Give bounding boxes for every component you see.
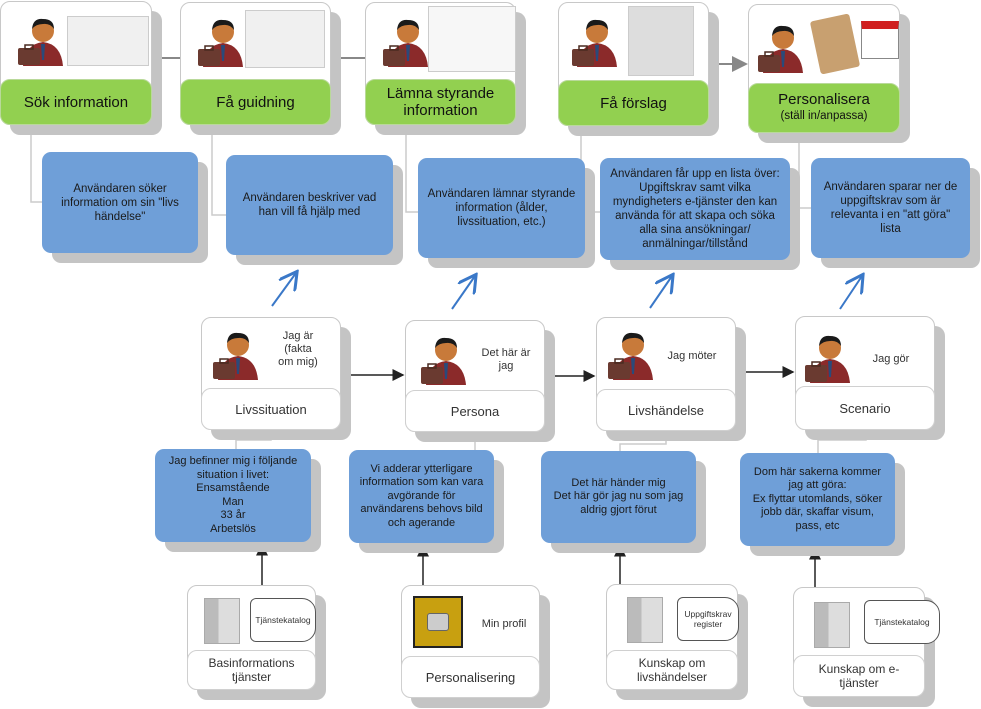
- step-card-sok-information: Sök information: [0, 1, 152, 125]
- card-label: Livssituation: [201, 388, 341, 430]
- up-arrow: [649, 276, 672, 309]
- building-icon: [814, 602, 850, 648]
- source-card-personalisering: Min profil Personalisering: [401, 585, 540, 698]
- person-icon: [197, 15, 245, 67]
- card-label: Personalisering: [401, 656, 540, 698]
- step-title: Sök information: [23, 93, 129, 111]
- card-title: Kunskap om e- tjänster: [818, 662, 900, 690]
- website-screenshot: [67, 16, 149, 66]
- card-label: Persona: [405, 390, 545, 432]
- card-caption: Det här är jag: [481, 347, 531, 372]
- description-box: Det här händer mig Det här gör jag nu so…: [541, 451, 696, 543]
- step-card-fa-guidning: Få guidning: [180, 2, 331, 125]
- card-title: Livssituation: [235, 401, 307, 417]
- step-label: Få förslag: [558, 80, 709, 126]
- persona-card-scenario: Jag gör Scenario: [795, 316, 935, 430]
- card-label: Livshändelse: [596, 389, 736, 431]
- step-subtitle: (ställ in/anpassa): [780, 110, 868, 122]
- calendar-icon: [861, 21, 899, 59]
- card-caption: Min profil: [481, 618, 527, 630]
- description-box: Dom här sakerna kommer jag att göra: Ex …: [740, 453, 895, 546]
- card-title: Personalisering: [425, 669, 516, 685]
- person-icon: [804, 331, 852, 383]
- step-label: Få guidning: [180, 79, 331, 125]
- step-card-personalisera: Personalisera (ställ in/anpassa): [748, 4, 900, 133]
- description-box: Användaren beskriver vad han vill få hjä…: [226, 155, 393, 255]
- step-label: Sök information: [0, 79, 152, 125]
- website-screenshot: [245, 10, 325, 68]
- card-title: Scenario: [839, 400, 891, 416]
- card-caption: Jag gör: [872, 353, 910, 365]
- person-icon: [17, 14, 65, 66]
- card-caption: Jag möter: [667, 350, 717, 362]
- clipboard-icon: [809, 13, 861, 75]
- card-title: Kunskap om livshändelser: [636, 656, 708, 684]
- persona-card-persona: Det här är jag Persona: [405, 320, 545, 432]
- persona-card-livshandelse: Jag möter Livshändelse: [596, 317, 736, 431]
- card-label: Basinformations tjänster: [187, 650, 316, 690]
- step-title: Personalisera: [778, 91, 870, 108]
- card-title: Livshändelse: [628, 402, 704, 418]
- person-icon: [571, 15, 619, 67]
- building-icon: [627, 597, 663, 643]
- person-icon: [420, 333, 468, 385]
- description-box: Användaren får upp en lista över: Upgift…: [600, 158, 790, 260]
- up-arrow: [451, 276, 475, 310]
- up-arrow: [839, 276, 862, 310]
- persona-card-livssituation: Jag är (fakta om mig) Livssituation: [201, 317, 341, 430]
- suggestion-list-screenshot: [628, 6, 694, 76]
- card-label: Scenario: [795, 386, 935, 430]
- description-box: Användaren söker information om sin "liv…: [42, 152, 198, 253]
- website-screenshot: [428, 6, 516, 72]
- building-icon: [204, 598, 240, 644]
- description-box: Användaren lämnar styrande information (…: [418, 158, 585, 258]
- description-box: Användaren sparar ner de uppgiftskrav so…: [811, 158, 970, 258]
- up-arrow: [271, 273, 296, 307]
- source-card-basinformation: Tjänstekatalog Basinformations tjänster: [187, 585, 316, 690]
- lock-profile-icon: [413, 596, 463, 648]
- person-icon: [382, 15, 430, 67]
- description-box: Vi adderar ytterligare information som k…: [349, 450, 494, 543]
- source-card-e-tjanster: Tjänstekatalog Kunskap om e- tjänster: [793, 587, 940, 697]
- description-box: Jag befinner mig i följande situation i …: [155, 449, 311, 542]
- card-label: Kunskap om e- tjänster: [793, 655, 925, 697]
- database-icon: Uppgiftskrav register: [677, 597, 739, 641]
- card-title: Basinformations tjänster: [208, 656, 295, 684]
- database-icon: Tjänstekatalog: [864, 600, 940, 644]
- person-icon: [212, 328, 260, 380]
- person-icon: [607, 328, 655, 380]
- source-card-livshandelser: Uppgiftskrav register Kunskap om livshän…: [606, 584, 739, 690]
- step-title: Lämna styrande information: [386, 85, 495, 119]
- step-card-lamna-styrande: Lämna styrande information: [365, 2, 516, 125]
- card-title: Persona: [450, 403, 500, 419]
- step-label: Personalisera (ställ in/anpassa): [748, 83, 900, 133]
- step-card-fa-forslag: Få förslag: [558, 2, 709, 126]
- step-label: Lämna styrande information: [365, 79, 516, 125]
- card-label: Kunskap om livshändelser: [606, 650, 738, 690]
- step-title: Få guidning: [216, 93, 295, 111]
- database-icon: Tjänstekatalog: [250, 598, 316, 642]
- person-icon: [757, 21, 805, 73]
- step-title: Få förslag: [600, 94, 667, 112]
- card-caption: Jag är (fakta om mig): [278, 330, 318, 368]
